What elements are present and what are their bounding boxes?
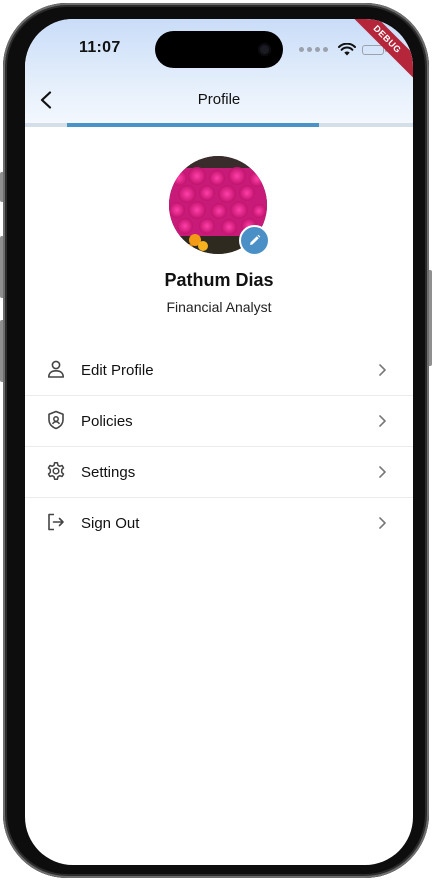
wifi-icon xyxy=(338,43,356,56)
pencil-icon xyxy=(250,234,261,245)
chevron-right-icon xyxy=(379,364,386,376)
chevron-right-icon xyxy=(379,415,386,427)
menu-label: Settings xyxy=(81,463,136,481)
profile-menu: Edit Profile Policies Settings Sign Out xyxy=(25,345,413,548)
dynamic-island xyxy=(155,31,283,68)
user-name: Pathum Dias xyxy=(164,270,274,290)
shield-icon xyxy=(48,410,64,430)
status-icons xyxy=(299,43,387,56)
gear-icon xyxy=(47,462,65,480)
user-job-title: Financial Analyst xyxy=(166,299,272,315)
progress-fill xyxy=(67,123,319,127)
page-title: Profile xyxy=(197,91,241,108)
chevron-right-icon xyxy=(379,466,386,478)
signal-icon xyxy=(299,47,328,52)
edit-avatar-button[interactable] xyxy=(239,225,270,256)
app-screen: 11:07 DEBUG Profile Pathum Dias Financia… xyxy=(25,19,413,865)
chevron-right-icon xyxy=(379,517,386,529)
menu-item-edit-profile[interactable]: Edit Profile xyxy=(25,345,413,396)
status-time: 11:07 xyxy=(79,39,121,56)
phone-frame: 11:07 DEBUG Profile Pathum Dias Financia… xyxy=(3,3,429,878)
menu-label: Policies xyxy=(81,412,133,430)
person-icon xyxy=(48,360,64,378)
logout-icon xyxy=(48,513,64,531)
menu-item-sign-out[interactable]: Sign Out xyxy=(25,498,413,548)
menu-item-settings[interactable]: Settings xyxy=(25,447,413,498)
camera-icon xyxy=(258,43,271,56)
menu-item-policies[interactable]: Policies xyxy=(25,396,413,447)
menu-label: Sign Out xyxy=(81,514,140,532)
menu-label: Edit Profile xyxy=(81,361,154,379)
